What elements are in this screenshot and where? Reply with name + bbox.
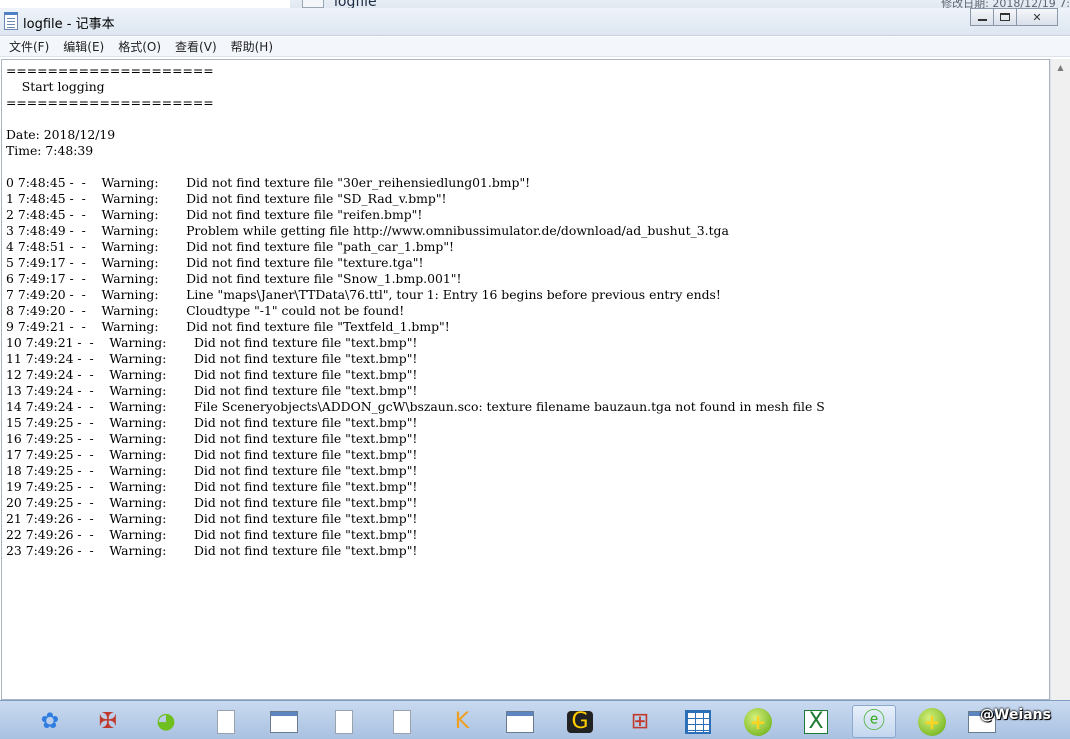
background-file-icon xyxy=(302,0,324,8)
tray-label: @Weians xyxy=(980,707,1051,723)
document-icon[interactable] xyxy=(322,705,366,738)
log-content[interactable]: ==================== Start logging =====… xyxy=(6,63,825,559)
window-icon[interactable] xyxy=(498,705,542,738)
menu-bar: 文件(F) 编辑(E) 格式(O) 查看(V) 帮助(H) xyxy=(0,37,1070,57)
green-plus-icon[interactable]: + xyxy=(910,705,954,738)
menu-file[interactable]: 文件(F) xyxy=(4,38,54,55)
window-title: logfile - 记事本 xyxy=(23,17,115,32)
minimize-icon xyxy=(977,19,987,21)
window-icon[interactable] xyxy=(262,705,306,738)
vertical-scrollbar[interactable]: ▲ xyxy=(1050,59,1070,700)
title-bar[interactable]: logfile - 记事本 ✕ xyxy=(0,8,1070,36)
text-editor[interactable]: ==================== Start logging =====… xyxy=(1,59,1050,700)
excel-icon[interactable]: X xyxy=(794,705,838,738)
grid-icon[interactable] xyxy=(676,705,720,738)
maximize-button[interactable] xyxy=(993,8,1017,26)
maximize-icon xyxy=(1000,13,1010,21)
document-icon[interactable] xyxy=(380,705,424,738)
menu-edit[interactable]: 编辑(E) xyxy=(58,38,109,55)
kingsoft-icon[interactable]: K xyxy=(440,705,484,738)
game-icon[interactable]: ✠ xyxy=(86,705,130,738)
taskbar: ✿ ✠ ◕ K G ⊞ + X ⓔ + @Weians xyxy=(0,700,1070,739)
baidu-netdisk-icon[interactable]: ✿ xyxy=(28,705,72,738)
window-controls: ✕ xyxy=(970,8,1058,28)
green-plus-icon[interactable]: + xyxy=(736,705,780,738)
notepad-window: logfile - 记事本 ✕ 文件(F) 编辑(E) 格式(O) 查看(V) … xyxy=(0,8,1070,700)
pacman-icon[interactable]: ◕ xyxy=(144,705,188,738)
notepad-icon[interactable] xyxy=(4,12,18,30)
g-app-icon[interactable]: G xyxy=(558,705,602,738)
document-icon[interactable] xyxy=(204,705,248,738)
scroll-up-arrow-icon[interactable]: ▲ xyxy=(1051,59,1070,76)
toolbox-icon[interactable]: ⊞ xyxy=(618,705,662,738)
menu-help[interactable]: 帮助(H) xyxy=(226,38,278,55)
green-e-icon[interactable]: ⓔ xyxy=(852,705,896,738)
menu-view[interactable]: 查看(V) xyxy=(170,38,222,55)
close-button[interactable]: ✕ xyxy=(1016,8,1058,26)
menu-format[interactable]: 格式(O) xyxy=(113,38,166,55)
minimize-button[interactable] xyxy=(970,8,994,26)
close-icon: ✕ xyxy=(1032,10,1042,24)
